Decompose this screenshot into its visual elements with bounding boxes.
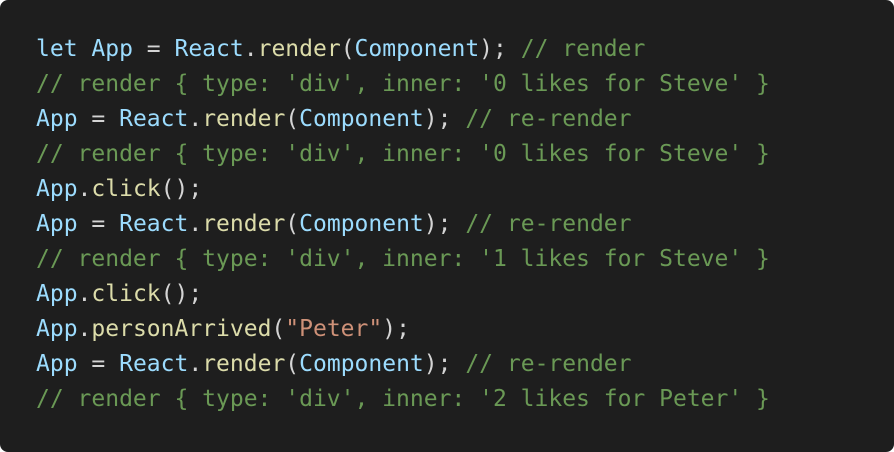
punctuation-token: =	[77, 351, 120, 377]
punctuation-token: .	[77, 176, 92, 202]
string-token: "Peter"	[285, 316, 383, 342]
identifier-token: Component	[354, 36, 480, 62]
identifier-token: React	[174, 36, 244, 62]
punctuation-token: .	[188, 351, 203, 377]
punctuation-token: .	[188, 106, 203, 132]
punctuation-token: (	[285, 106, 300, 132]
code-line: App = React.render(Component); // re-ren…	[36, 102, 858, 137]
identifier-token: App	[36, 211, 78, 237]
punctuation-token: );	[423, 351, 466, 377]
identifier-token: App	[36, 351, 78, 377]
code-line: // render { type: 'div', inner: '2 likes…	[36, 382, 858, 417]
code-block: let App = React.render(Component); // re…	[0, 0, 894, 452]
keyword-token: let	[36, 36, 92, 62]
function-token: render	[202, 351, 286, 377]
identifier-token: Component	[299, 211, 424, 237]
punctuation-token: );	[423, 211, 466, 237]
code-line: // render { type: 'div', inner: '0 likes…	[36, 67, 858, 102]
comment-token: // render { type: 'div', inner: '2 likes…	[36, 386, 770, 412]
comment-token: // re-render	[465, 351, 632, 377]
punctuation-token: .	[77, 316, 92, 342]
punctuation-token: (	[271, 316, 286, 342]
punctuation-token: );	[423, 106, 466, 132]
punctuation-token: (	[340, 36, 355, 62]
comment-token: // render { type: 'div', inner: '0 likes…	[36, 141, 770, 167]
function-token: click	[91, 176, 161, 202]
identifier-token: Component	[299, 106, 424, 132]
code-line: App.personArrived("Peter");	[36, 312, 858, 347]
identifier-token: App	[36, 176, 78, 202]
comment-token: // re-render	[465, 211, 632, 237]
punctuation-token: (	[285, 351, 300, 377]
identifier-token: React	[119, 106, 189, 132]
function-token: render	[202, 106, 286, 132]
punctuation-token: =	[132, 36, 175, 62]
code-line: let App = React.render(Component); // re…	[36, 32, 858, 67]
code-line: App = React.render(Component); // re-ren…	[36, 347, 858, 382]
comment-token: // render { type: 'div', inner: '0 likes…	[36, 71, 770, 97]
punctuation-token: .	[243, 36, 258, 62]
identifier-token: App	[36, 281, 78, 307]
function-token: render	[257, 36, 341, 62]
punctuation-token: ();	[160, 176, 203, 202]
comment-token: // re-render	[465, 106, 632, 132]
code-line: App = React.render(Component); // re-ren…	[36, 207, 858, 242]
punctuation-token: );	[382, 316, 410, 342]
comment-token: // render { type: 'div', inner: '1 likes…	[36, 246, 770, 272]
code-line: // render { type: 'div', inner: '0 likes…	[36, 137, 858, 172]
code-line: App.click();	[36, 172, 858, 207]
punctuation-token: (	[285, 211, 300, 237]
identifier-token: App	[91, 36, 133, 62]
identifier-token: App	[36, 316, 78, 342]
function-token: click	[91, 281, 161, 307]
identifier-token: React	[119, 351, 189, 377]
identifier-token: Component	[299, 351, 424, 377]
code-line: // render { type: 'div', inner: '1 likes…	[36, 242, 858, 277]
punctuation-token: .	[77, 281, 92, 307]
punctuation-token: .	[188, 211, 203, 237]
punctuation-token: );	[479, 36, 521, 62]
comment-token: // render	[520, 36, 646, 62]
function-token: render	[202, 211, 286, 237]
punctuation-token: ();	[160, 281, 203, 307]
punctuation-token: =	[77, 211, 120, 237]
code-line: App.click();	[36, 277, 858, 312]
punctuation-token: =	[77, 106, 120, 132]
identifier-token: App	[36, 106, 78, 132]
function-token: personArrived	[91, 316, 272, 342]
identifier-token: React	[119, 211, 189, 237]
